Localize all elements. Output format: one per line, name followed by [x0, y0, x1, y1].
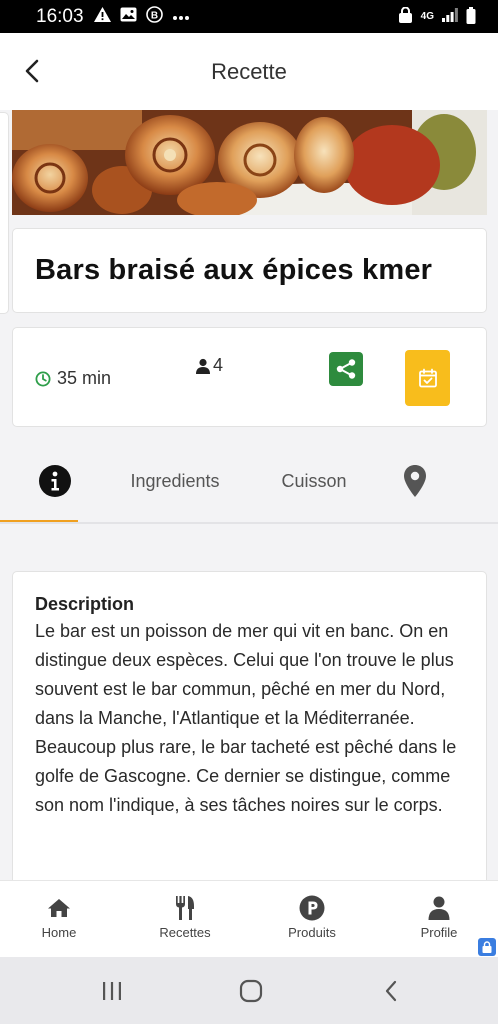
tab-location[interactable] — [378, 440, 452, 522]
tabs-divider — [0, 522, 498, 524]
description-text: Le bar est un poisson de mer qui vit en … — [35, 621, 457, 815]
home-icon — [47, 895, 71, 921]
system-nav-bar — [0, 957, 498, 1024]
share-button[interactable] — [329, 352, 363, 386]
system-home-button[interactable] — [231, 975, 271, 1007]
recipe-info-card: 35 min 4 — [12, 327, 487, 427]
battery-icon — [466, 6, 476, 27]
image-icon — [120, 7, 137, 26]
tab-cuisson[interactable]: Cuisson — [250, 440, 378, 522]
lock-badge-icon — [478, 938, 496, 956]
chevron-left-icon — [25, 59, 39, 83]
network-icon: 4G — [420, 11, 434, 22]
system-back-button[interactable] — [371, 975, 411, 1007]
recents-button[interactable] — [92, 975, 132, 1007]
parking-circle-icon — [299, 895, 325, 921]
prep-time: 35 min — [35, 368, 111, 389]
status-icons-left: B — [93, 6, 190, 27]
user-icon — [196, 358, 210, 374]
prep-time-value: 35 min — [57, 368, 112, 388]
nav-home-label: Home — [41, 925, 77, 940]
tab-cuisson-label: Cuisson — [281, 470, 347, 491]
svg-text:B: B — [150, 11, 157, 22]
user-icon — [428, 895, 450, 921]
recents-icon — [103, 982, 121, 1000]
tab-ingredients[interactable]: Ingredients — [110, 440, 240, 522]
utensils-icon — [174, 895, 196, 921]
description-heading: Description — [35, 594, 135, 614]
servings: 4 — [195, 355, 223, 376]
recipe-tabs: Ingredients Cuisson — [0, 440, 498, 525]
tab-info[interactable] — [0, 440, 110, 522]
description-card: Description Le bar est un poisson de mer… — [12, 571, 487, 901]
recipe-photo — [12, 110, 487, 215]
calendar-check-icon — [418, 368, 437, 388]
clock-icon — [35, 371, 51, 386]
nav-recettes[interactable]: Recettes — [130, 895, 240, 940]
tab-ingredients-label: Ingredients — [130, 470, 220, 491]
back-icon — [385, 980, 397, 1002]
map-marker-icon — [404, 465, 426, 497]
more-icon — [172, 8, 190, 25]
warning-icon — [93, 7, 111, 26]
nav-profile[interactable]: Profile — [384, 895, 494, 940]
nav-recettes-label: Recettes — [159, 925, 211, 940]
servings-value: 4 — [213, 355, 224, 375]
calendar-button[interactable] — [405, 350, 450, 406]
bottom-nav: Home Recettes Produits Profile — [0, 880, 498, 957]
nav-produits[interactable]: Produits — [257, 895, 367, 940]
app-header: Recette — [0, 33, 498, 110]
b-icon: B — [145, 6, 163, 27]
signal-icon — [442, 8, 458, 25]
nav-profile-label: Profile — [420, 925, 458, 940]
lock-icon — [398, 6, 413, 26]
back-button[interactable] — [18, 55, 46, 87]
home-circle-icon — [239, 979, 263, 1003]
status-icons-right: 4G — [398, 6, 476, 27]
recipe-image — [12, 110, 487, 215]
recipe-title: Bars braisé aux épices kmer — [35, 254, 433, 286]
nav-produits-label: Produits — [288, 925, 336, 940]
share-icon — [336, 359, 356, 379]
nav-home[interactable]: Home — [4, 895, 114, 940]
status-time: 16:03 — [36, 5, 84, 27]
card-edge — [0, 112, 9, 314]
info-icon — [39, 465, 71, 497]
recipe-title-card: Bars braisé aux épices kmer — [12, 228, 487, 313]
status-bar: 16:03 B 4G — [0, 0, 498, 33]
page-title: Recette — [211, 58, 287, 84]
